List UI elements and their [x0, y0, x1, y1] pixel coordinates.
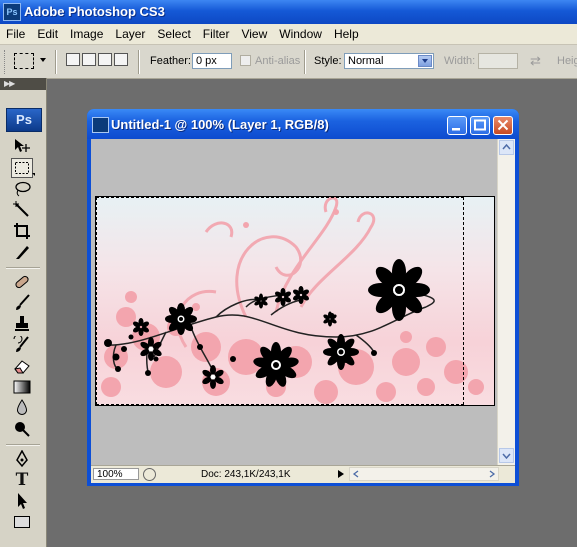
toolbox: ▶▶ Ps T [0, 78, 47, 547]
healing-brush-icon[interactable] [11, 272, 33, 292]
tool-preset-marquee-icon[interactable] [14, 53, 34, 69]
menu-edit[interactable]: Edit [31, 24, 64, 44]
chevron-down-icon[interactable] [418, 55, 432, 67]
separator [304, 50, 306, 74]
app-title-bar: Ps Adobe Photoshop CS3 [0, 0, 577, 24]
anti-alias-checkbox[interactable] [240, 55, 251, 66]
vertical-scrollbar[interactable] [497, 139, 515, 465]
menu-filter[interactable]: Filter [197, 24, 236, 44]
anti-alias-label: Anti-alias [255, 55, 301, 67]
tool-preset-dropdown-icon[interactable] [40, 58, 46, 62]
type-icon[interactable]: T [11, 470, 33, 490]
separator [55, 50, 57, 74]
slice-icon[interactable] [11, 242, 33, 262]
pen-icon[interactable] [11, 449, 33, 469]
history-brush-icon[interactable] [11, 335, 33, 355]
swap-dimensions-icon[interactable]: ⇄ [530, 53, 541, 69]
zoom-level-field[interactable]: 100% [93, 468, 139, 480]
add-to-selection-icon[interactable] [82, 53, 96, 66]
options-bar: Feather: 0 px Anti-alias Style: Normal W… [0, 45, 577, 79]
dodge-icon[interactable] [11, 419, 33, 439]
status-bar: 100% Doc: 243,1K/243,1K [91, 465, 515, 483]
subtract-from-selection-icon[interactable] [98, 53, 112, 66]
menu-layer[interactable]: Layer [109, 24, 151, 44]
eraser-icon[interactable] [11, 356, 33, 376]
status-menu-arrow-icon[interactable] [338, 470, 344, 478]
document-title: Untitled-1 @ 100% (Layer 1, RGB/8) [111, 117, 329, 132]
document-title-bar[interactable]: Untitled-1 @ 100% (Layer 1, RGB/8) [87, 109, 519, 139]
floral-artwork [101, 197, 484, 404]
document-icon [92, 117, 109, 133]
document-size-info: Doc: 243,1K/243,1K [201, 469, 291, 480]
menu-help[interactable]: Help [328, 24, 365, 44]
path-selection-icon[interactable] [11, 491, 33, 511]
blur-icon[interactable] [11, 398, 33, 418]
width-label: Width: [444, 55, 476, 67]
options-bar-grip[interactable] [4, 50, 8, 74]
horizontal-scrollbar[interactable] [349, 467, 499, 481]
menu-file[interactable]: File [0, 24, 31, 44]
menu-select[interactable]: Select [151, 24, 196, 44]
lasso-icon[interactable] [11, 179, 33, 199]
width-input[interactable] [478, 53, 518, 69]
feather-input[interactable]: 0 px [192, 53, 232, 69]
clone-stamp-icon[interactable] [11, 314, 33, 334]
selection-marquee-bottom [96, 404, 464, 405]
maximize-button[interactable] [470, 116, 490, 135]
separator [6, 444, 40, 446]
separator [6, 267, 40, 269]
app-title: Adobe Photoshop CS3 [24, 4, 165, 19]
scroll-down-icon[interactable] [499, 448, 514, 463]
menu-view[interactable]: View [235, 24, 273, 44]
move-icon[interactable] [11, 136, 33, 156]
canvas[interactable] [95, 196, 495, 406]
marquee-icon[interactable] [11, 158, 35, 178]
menu-image[interactable]: Image [64, 24, 109, 44]
selection-marquee-right [463, 197, 464, 405]
separator [138, 50, 140, 74]
style-select[interactable]: Normal [344, 53, 434, 69]
close-button[interactable] [493, 116, 513, 135]
toolbox-collapse-icon[interactable]: ▶▶ [0, 78, 46, 90]
style-select-value: Normal [348, 55, 384, 67]
minimize-button[interactable] [447, 116, 467, 135]
status-info-icon[interactable] [143, 468, 156, 481]
feather-label: Feather: [150, 55, 191, 67]
menu-bar: File Edit Image Layer Select Filter View Window… [0, 24, 577, 45]
document-body: 100% Doc: 243,1K/243,1K [91, 139, 515, 483]
photoshop-app-icon: Ps [3, 3, 21, 21]
toolbox-logo: Ps [6, 108, 42, 132]
gradient-icon[interactable] [11, 377, 33, 397]
magic-wand-icon[interactable] [11, 200, 33, 220]
rectangle-shape-icon[interactable] [11, 512, 33, 532]
menu-window[interactable]: Window [273, 24, 328, 44]
new-selection-icon[interactable] [66, 53, 80, 66]
height-label: Heig [557, 55, 577, 67]
selection-marquee-left [96, 197, 97, 405]
intersect-selection-icon[interactable] [114, 53, 128, 66]
scroll-up-icon[interactable] [499, 140, 514, 155]
crop-icon[interactable] [11, 221, 33, 241]
document-window: Untitled-1 @ 100% (Layer 1, RGB/8) 100% … [87, 109, 519, 486]
brush-icon[interactable] [11, 293, 33, 313]
style-label: Style: [314, 55, 342, 67]
selection-marquee-top [96, 197, 464, 198]
